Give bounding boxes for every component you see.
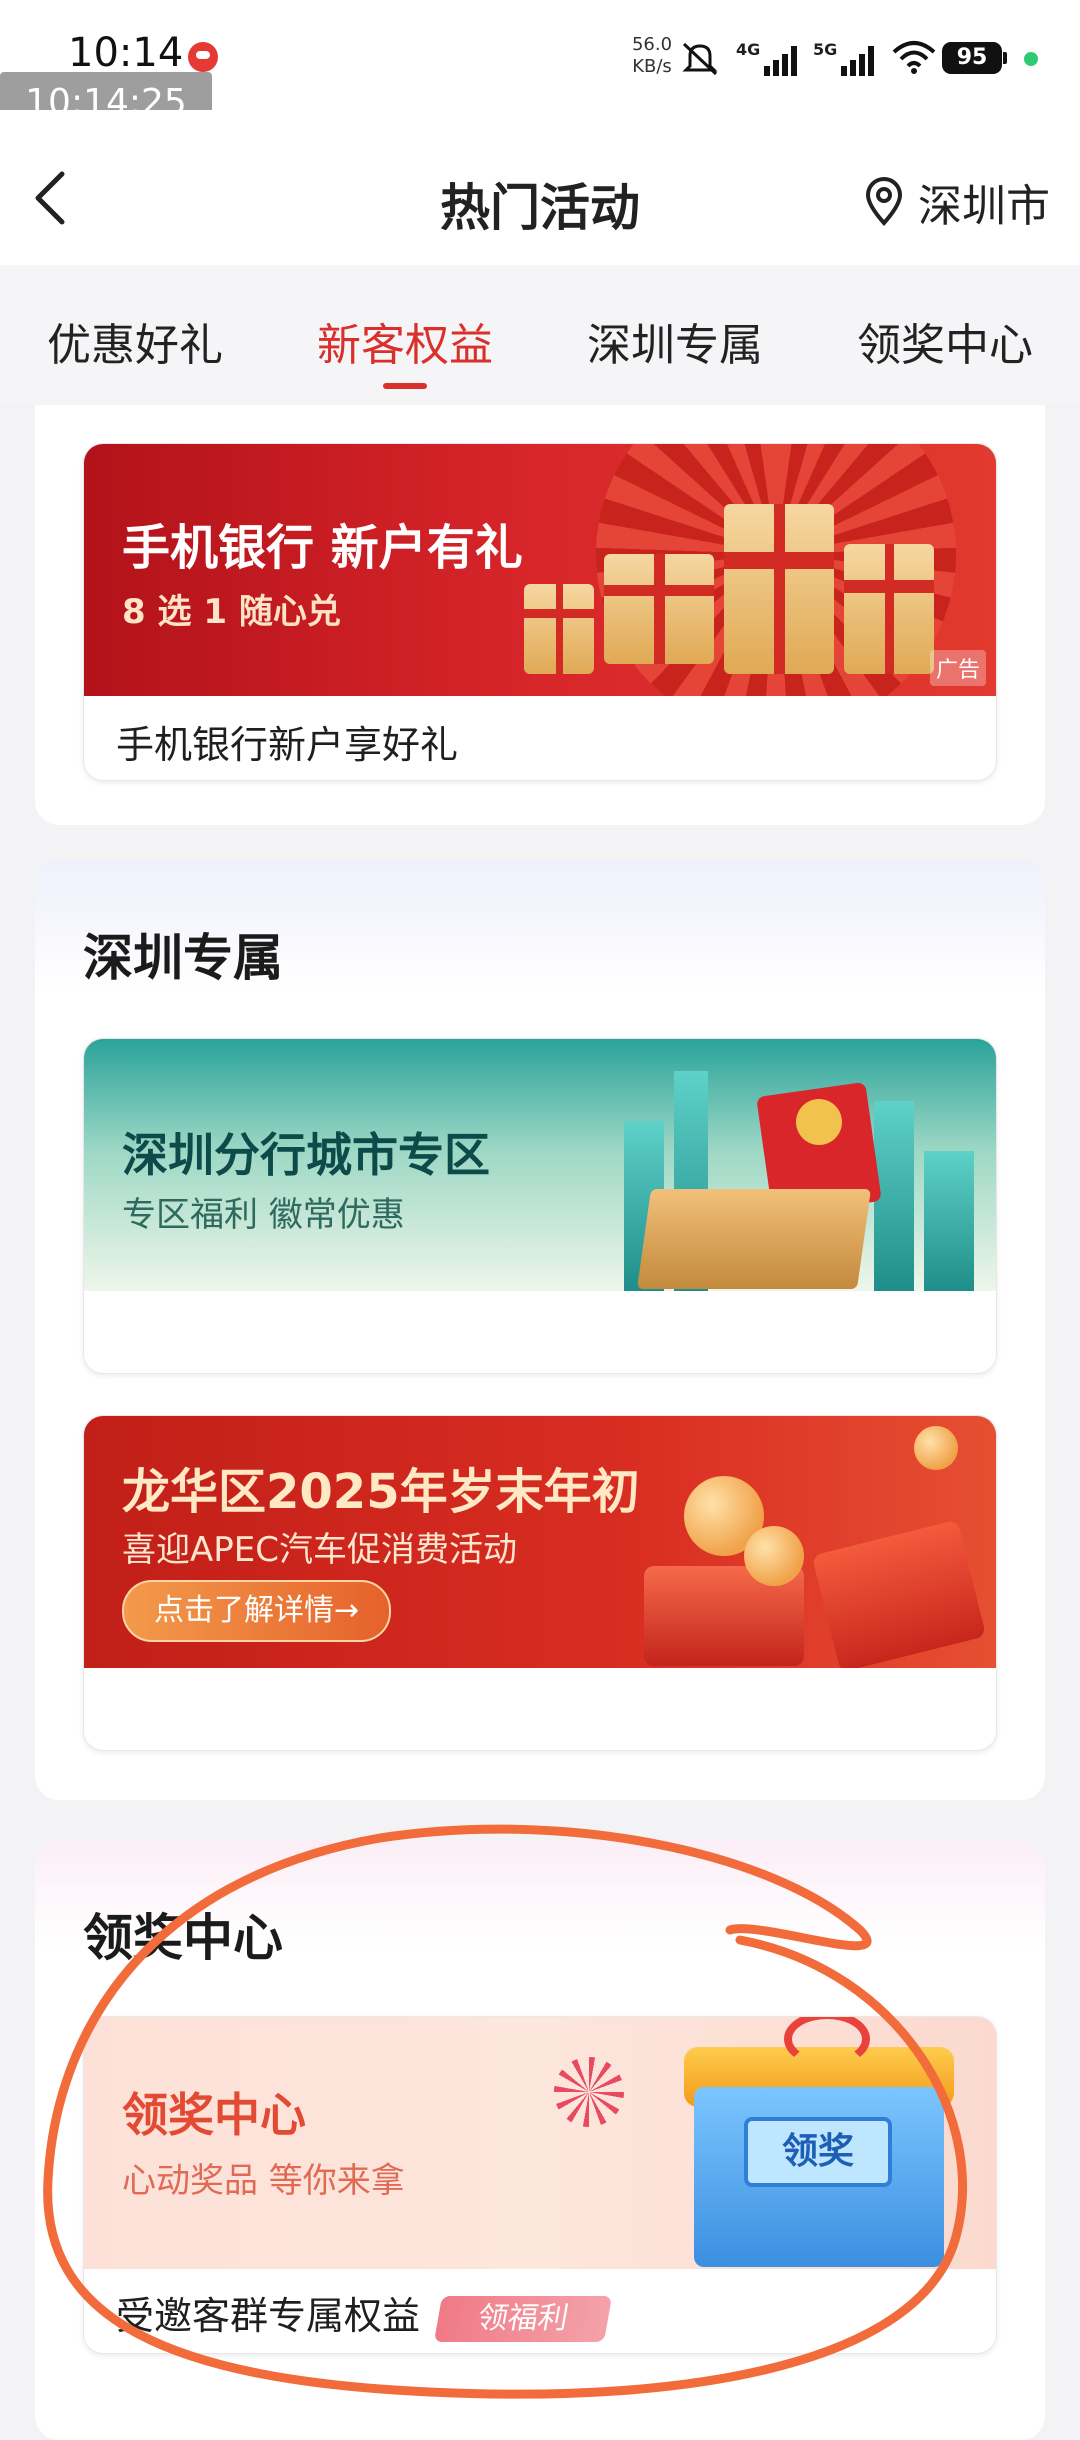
tab-discount-gifts[interactable]: 优惠好礼 (0, 265, 270, 405)
banner-subtitle: 心动奖品 等你来拿 (122, 2161, 405, 2201)
coin-icon (914, 1426, 958, 1470)
claim-benefit-tag[interactable]: 领福利 (433, 2295, 613, 2342)
longhua-apec-banner[interactable]: 龙华区2025年岁末年初 喜迎APEC汽车促消费活动 点击了解详情→ (84, 1416, 996, 1668)
mute-icon (682, 42, 718, 76)
details-button[interactable]: 点击了解详情→ (122, 1580, 392, 1642)
coin-icon (744, 1526, 804, 1586)
shenzhen-city-zone-banner[interactable]: 深圳分行城市专区 专区福利 徽常优惠 (84, 1039, 996, 1291)
gift-box-icon (604, 554, 714, 664)
new-user-gift-banner[interactable]: 手机银行 新户有礼 8 选 1 随心兑 广告 (84, 444, 996, 696)
card-label-row: 受邀客群专属权益 领福利 (116, 2285, 613, 2342)
banner-subtitle: 8 选 1 随心兑 (122, 592, 341, 632)
gift-box-icon (524, 584, 594, 674)
gift-box-icon (724, 504, 834, 674)
status-icons: 4G 5G (680, 36, 936, 76)
longhua-apec-card[interactable]: 龙华区2025年岁末年初 喜迎APEC汽车促消费活动 点击了解详情→ (83, 1415, 997, 1751)
banner-title: 深圳分行城市专区 (122, 1128, 490, 1182)
status-time: 10:14 (68, 30, 184, 76)
location-label: 深圳市 (918, 181, 1050, 232)
gift-box-icon (844, 544, 934, 674)
rewards-section: 领奖中心 领奖 领奖中心 心动奖品 等你来拿 受邀客群专属权益 领福利 (35, 1840, 1045, 2440)
tab-new-customer[interactable]: 新客权益 (270, 265, 540, 405)
network-speed-value: 56.0 (631, 34, 673, 55)
tab-rewards-center[interactable]: 领奖中心 (810, 265, 1080, 405)
tab-shenzhen-exclusive[interactable]: 深圳专属 (540, 265, 810, 405)
gift-box-icon (811, 1519, 987, 1668)
location-pin-icon (865, 177, 903, 227)
rewards-center-card[interactable]: 领奖 领奖中心 心动奖品 等你来拿 受邀客群专属权益 领福利 (83, 2016, 997, 2354)
gift-box-icon (636, 1189, 872, 1289)
section-title: 深圳专属 (83, 929, 283, 987)
card-label: 受邀客群专属权益 (116, 2294, 421, 2338)
banner-title: 领奖中心 (122, 2088, 306, 2142)
coin-icon (796, 1099, 842, 1145)
rewards-center-banner[interactable]: 领奖 领奖中心 心动奖品 等你来拿 (84, 2017, 996, 2269)
firework-icon (554, 2057, 624, 2127)
signal-icon-5g: 5G (813, 40, 874, 76)
signal-5g-label: 5G (813, 40, 838, 59)
banner-title: 龙华区2025年岁末年初 (122, 1464, 640, 1520)
signal-4g-label: 4G (736, 40, 761, 59)
network-speed-unit: KB/s (632, 56, 672, 77)
shenzhen-section: 深圳专属 深圳分行城市专区 专区福利 徽常优惠 龙华区2025年岁末年初 喜迎A… (35, 860, 1045, 1800)
app-notification-icon (188, 42, 218, 72)
ad-badge: 广告 (929, 650, 986, 686)
wifi-icon (892, 41, 936, 74)
section-title: 领奖中心 (83, 1909, 283, 1967)
banner-subtitle: 喜迎APEC汽车促消费活动 (122, 1530, 517, 1570)
shenzhen-city-zone-card[interactable]: 深圳分行城市专区 专区福利 徽常优惠 (83, 1038, 997, 1374)
banner-title: 手机银行 新户有礼 (122, 520, 523, 576)
category-tabs: 优惠好礼 新客权益 深圳专属 领奖中心 (0, 265, 1080, 405)
new-user-gift-card[interactable]: 手机银行 新户有礼 8 选 1 随心兑 广告 手机银行新户享好礼 (83, 443, 997, 781)
banner-subtitle: 专区福利 徽常优惠 (122, 1195, 405, 1235)
signal-icon-4g: 4G (736, 40, 797, 76)
network-speed: 56.0 KB/s (626, 34, 678, 78)
battery-icon: 95 (942, 42, 1007, 74)
card-label: 手机银行新户享好礼 (116, 723, 459, 767)
app-header: 热门活动 深圳市 (0, 110, 1080, 265)
new-customer-section: 手机银行 新户有礼 8 选 1 随心兑 广告 手机银行新户享好礼 (35, 405, 1045, 825)
shop-sign: 领奖 (744, 2117, 892, 2187)
building-decoration (924, 1151, 974, 1291)
location-selector[interactable]: 深圳市 (864, 170, 1050, 234)
privacy-indicator-dot (1024, 52, 1038, 66)
